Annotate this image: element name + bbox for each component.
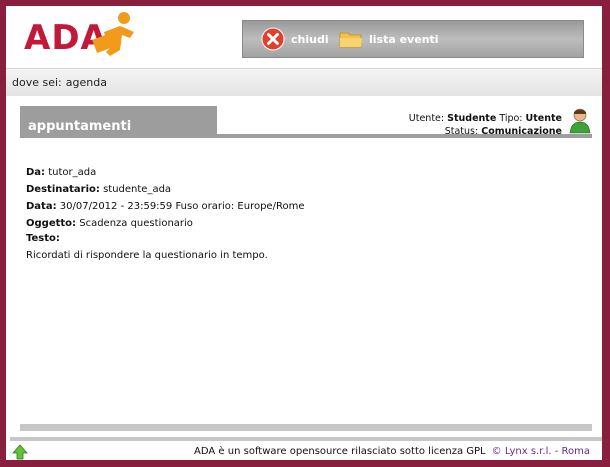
breadcrumb-value: agenda <box>65 76 107 89</box>
footer-link[interactable]: © Lynx s.r.l. - Roma <box>492 446 590 457</box>
date-value: 30/07/2012 - 23:59:59 Fuso orario: Europ… <box>59 201 305 212</box>
footer: ADA è un software opensource rilasciato … <box>6 442 602 460</box>
subject-value: Scadenza questionario <box>79 218 193 229</box>
close-icon <box>261 27 285 51</box>
close-label: chiudi <box>291 32 329 46</box>
type-value: Utente <box>525 113 562 124</box>
recipient-label: Destinatario: <box>26 184 100 195</box>
user-label: Utente: <box>408 113 445 124</box>
top-nav-bar: chiudi lista eventi <box>242 20 584 58</box>
type-label: Tipo: <box>499 113 523 124</box>
footer-divider <box>10 437 602 441</box>
ada-logo[interactable]: ADA <box>20 8 140 66</box>
message-detail: Da: tutor_ada Destinatario: studente_ada… <box>26 164 586 262</box>
close-button[interactable]: chiudi <box>261 21 329 57</box>
panel-title: appuntamenti <box>20 106 217 136</box>
event-list-button[interactable]: lista eventi <box>339 21 439 57</box>
recipient-value: studente_ada <box>103 184 172 195</box>
date-label: Data: <box>26 201 57 212</box>
breadcrumb-label: dove sei: <box>12 76 62 89</box>
panel-bottom-bar <box>20 424 592 431</box>
breadcrumb: dove sei: agenda <box>6 68 602 96</box>
text-label-row: Testo: <box>26 232 586 249</box>
recipient-row: Destinatario: studente_ada <box>26 181 586 198</box>
sender-row: Da: tutor_ada <box>26 164 586 181</box>
subject-label: Oggetto: <box>26 218 77 229</box>
header: ADA chiudi lista eventi <box>6 6 602 68</box>
status-label: Status: <box>444 126 479 137</box>
user-info: Utente: Studente Tipo: Utente Status: Co… <box>409 112 562 138</box>
folder-icon <box>339 32 362 48</box>
message-body: Ricordati di rispondere la questionario … <box>26 250 268 261</box>
app-frame: ADA chiudi lista eventi dove sei: agenda… <box>6 6 602 460</box>
sender-value: tutor_ada <box>48 167 97 178</box>
user-value: Studente <box>447 113 497 124</box>
date-row: Data: 30/07/2012 - 23:59:59 Fuso orario:… <box>26 198 586 215</box>
text-label: Testo: <box>26 233 60 244</box>
subject-row: Oggetto: Scadenza questionario <box>26 215 586 232</box>
sender-label: Da: <box>26 167 46 178</box>
status-value: Comunicazione <box>481 126 562 137</box>
user-icon[interactable] <box>568 108 592 134</box>
footer-text: ADA è un software opensource rilasciato … <box>194 445 486 457</box>
ada-logo-figure-icon <box>92 12 134 56</box>
event-list-label: lista eventi <box>369 32 439 46</box>
